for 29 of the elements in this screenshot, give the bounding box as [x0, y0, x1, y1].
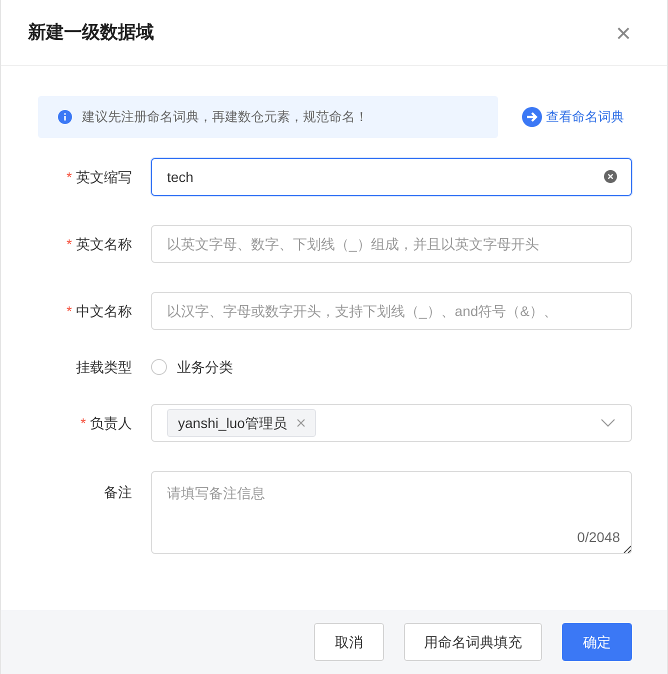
required-asterisk: *: [66, 234, 72, 254]
text-input[interactable]: tech: [151, 158, 632, 196]
secondary-button[interactable]: 取消: [314, 623, 384, 661]
text-input[interactable]: 以汉字、字母或数字开头，支持下划线（_）、and符号（&）、: [151, 292, 632, 330]
field-label: 英文名称: [76, 234, 132, 254]
character-counter: 0/2048: [577, 528, 620, 547]
confirm-button[interactable]: 确定: [562, 623, 632, 661]
close-button[interactable]: ×: [616, 20, 631, 46]
clear-icon[interactable]: [604, 170, 617, 183]
field-label: 中文名称: [76, 302, 132, 320]
chevron-down-icon: [601, 419, 615, 427]
remove-icon[interactable]: [296, 419, 305, 427]
user-tag: yanshi_luo管理员: [167, 409, 316, 437]
select-field[interactable]: yanshi_luo管理员: [151, 404, 632, 442]
notice-text: 建议先注册命名词典，再建数仓元素，规范命名！: [82, 108, 368, 126]
resize-handle-icon[interactable]: [623, 545, 631, 553]
required-asterisk: *: [80, 414, 86, 432]
field-label: 挂载类型: [76, 358, 132, 376]
radio-option[interactable]: 业务分类: [151, 356, 233, 378]
secondary-button[interactable]: 用命名词典填充: [404, 623, 542, 661]
info-icon: [58, 110, 72, 124]
field-label: 英文缩写: [76, 168, 132, 186]
required-asterisk: *: [66, 168, 72, 186]
dialog-title: 新建一级数据域: [28, 21, 154, 44]
dictionary-link[interactable]: 查看命名词典: [522, 107, 624, 127]
field-label: 备注: [104, 483, 132, 502]
field-label: 负责人: [90, 414, 132, 432]
text-input[interactable]: 以英文字母、数字、下划线（_）组成，并且以英文字母开头: [151, 225, 632, 263]
required-asterisk: *: [66, 302, 72, 320]
